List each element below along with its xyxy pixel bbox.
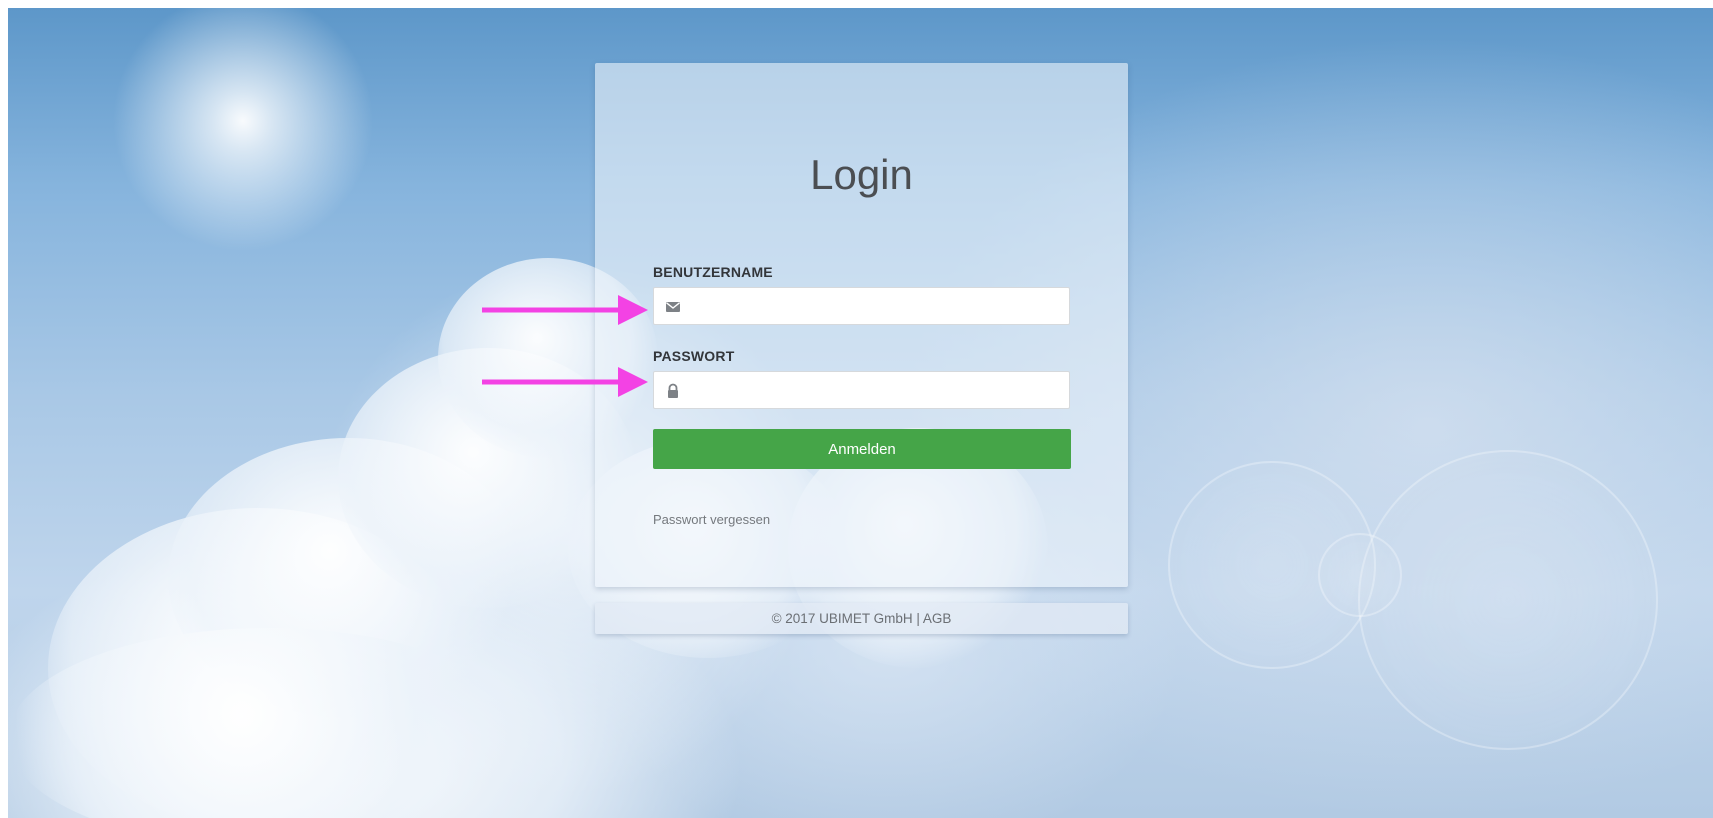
lens-flare — [1358, 450, 1658, 750]
footer-bar: © 2017 UBIMET GmbH | AGB — [595, 603, 1128, 634]
lens-flare — [1318, 533, 1402, 617]
username-field-wrapper[interactable] — [653, 287, 1070, 326]
username-input[interactable] — [692, 288, 1066, 326]
page-title: Login — [810, 151, 913, 198]
arrow-right-icon — [482, 295, 648, 325]
password-input[interactable] — [692, 372, 1066, 410]
login-card: Login BENUTZERNAME PASSWORT Anmelden Pas… — [595, 63, 1128, 587]
username-label: BENUTZERNAME — [653, 264, 773, 280]
envelope-icon — [666, 302, 680, 312]
password-label: PASSWORT — [653, 348, 735, 364]
lock-icon — [668, 383, 678, 398]
terms-link[interactable]: AGB — [923, 611, 952, 626]
forgot-password-link[interactable]: Passwort vergessen — [653, 512, 770, 527]
login-button[interactable]: Anmelden — [653, 429, 1071, 469]
arrow-right-icon — [482, 367, 648, 397]
password-field-wrapper[interactable] — [653, 371, 1070, 410]
footer-separator: | — [916, 611, 920, 626]
copyright-text: © 2017 UBIMET GmbH — [771, 611, 913, 626]
